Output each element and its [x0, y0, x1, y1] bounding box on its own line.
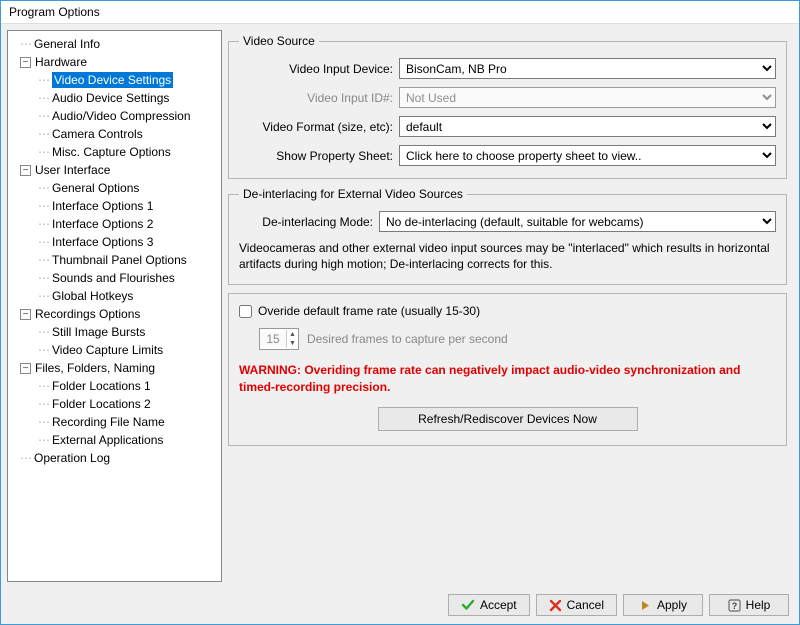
- tree-item[interactable]: ⋯Operation Log: [10, 449, 219, 467]
- tree-toggle-icon[interactable]: −: [20, 57, 31, 68]
- tree-item-label: Misc. Capture Options: [52, 144, 171, 160]
- program-options-window: Program Options ⋯General Info−Hardware⋯V…: [0, 0, 800, 625]
- deinterlace-mode-label: De-interlacing Mode:: [239, 215, 379, 229]
- apply-label: Apply: [657, 598, 687, 612]
- tree-item-label: Hardware: [35, 54, 87, 70]
- options-tree[interactable]: ⋯General Info−Hardware⋯Video Device Sett…: [7, 30, 222, 582]
- tree-item-label: Still Image Bursts: [52, 324, 145, 340]
- dialog-body: ⋯General Info−Hardware⋯Video Device Sett…: [1, 24, 799, 588]
- help-button[interactable]: ? Help: [709, 594, 789, 616]
- tree-item[interactable]: −Hardware: [10, 53, 219, 71]
- tree-item[interactable]: ⋯Video Device Settings: [10, 71, 219, 89]
- tree-item-label: Camera Controls: [52, 126, 143, 142]
- framerate-input[interactable]: [260, 332, 286, 346]
- refresh-devices-button[interactable]: Refresh/Rediscover Devices Now: [378, 407, 638, 431]
- deinterlace-mode-select[interactable]: No de-interlacing (default, suitable for…: [379, 211, 776, 232]
- accept-label: Accept: [480, 598, 517, 612]
- override-framerate-label: Overide default frame rate (usually 15-3…: [258, 304, 480, 318]
- tree-item[interactable]: ⋯General Options: [10, 179, 219, 197]
- tree-item-label: User Interface: [35, 162, 110, 178]
- framerate-warning: WARNING: Overiding frame rate can negati…: [239, 362, 776, 394]
- video-input-device-select[interactable]: BisonCam, NB Pro: [399, 58, 776, 79]
- video-source-legend: Video Source: [239, 34, 319, 48]
- tree-item-label: Audio/Video Compression: [52, 108, 191, 124]
- tree-item[interactable]: ⋯External Applications: [10, 431, 219, 449]
- tree-item-label: Sounds and Flourishes: [52, 270, 175, 286]
- svg-text:?: ?: [731, 601, 737, 611]
- tree-item[interactable]: ⋯Still Image Bursts: [10, 323, 219, 341]
- tree-item-label: Video Capture Limits: [52, 342, 163, 358]
- accept-button[interactable]: Accept: [448, 594, 530, 616]
- tree-item[interactable]: ⋯Sounds and Flourishes: [10, 269, 219, 287]
- tree-toggle-icon[interactable]: −: [20, 165, 31, 176]
- tree-item-label: Global Hotkeys: [52, 288, 133, 304]
- tree-item[interactable]: −Files, Folders, Naming: [10, 359, 219, 377]
- tree-item-label: Audio Device Settings: [52, 90, 169, 106]
- options-content: Video Source Video Input Device: BisonCa…: [228, 30, 793, 582]
- framerate-group: Overide default frame rate (usually 15-3…: [228, 293, 787, 445]
- tree-item[interactable]: ⋯Misc. Capture Options: [10, 143, 219, 161]
- video-source-group: Video Source Video Input Device: BisonCa…: [228, 34, 787, 179]
- tree-item[interactable]: ⋯Video Capture Limits: [10, 341, 219, 359]
- tree-item[interactable]: −Recordings Options: [10, 305, 219, 323]
- apply-icon: [639, 599, 652, 612]
- tree-item[interactable]: ⋯Audio Device Settings: [10, 89, 219, 107]
- tree-item-label: Folder Locations 1: [52, 378, 151, 394]
- tree-item[interactable]: ⋯General Info: [10, 35, 219, 53]
- video-format-select[interactable]: default: [399, 116, 776, 137]
- tree-item-label: Interface Options 1: [52, 198, 153, 214]
- tree-toggle-icon[interactable]: −: [20, 309, 31, 320]
- tree-item-label: General Info: [34, 36, 100, 52]
- tree-item[interactable]: ⋯Recording File Name: [10, 413, 219, 431]
- cancel-button[interactable]: Cancel: [536, 594, 617, 616]
- help-icon: ?: [728, 599, 741, 612]
- tree-item[interactable]: ⋯Thumbnail Panel Options: [10, 251, 219, 269]
- video-format-label: Video Format (size, etc):: [239, 120, 399, 134]
- property-sheet-select[interactable]: Click here to choose property sheet to v…: [399, 145, 776, 166]
- check-icon: [461, 598, 475, 612]
- dialog-button-bar: Accept Cancel Apply ? Help: [1, 588, 799, 624]
- tree-item[interactable]: ⋯Camera Controls: [10, 125, 219, 143]
- tree-item-label: Folder Locations 2: [52, 396, 151, 412]
- override-framerate-checkbox[interactable]: [239, 305, 252, 318]
- tree-item[interactable]: ⋯Interface Options 3: [10, 233, 219, 251]
- tree-item-label: External Applications: [52, 432, 163, 448]
- deinterlace-group: De-interlacing for External Video Source…: [228, 187, 787, 285]
- tree-item[interactable]: ⋯Interface Options 1: [10, 197, 219, 215]
- tree-item-label: Interface Options 3: [52, 234, 153, 250]
- tree-item[interactable]: −User Interface: [10, 161, 219, 179]
- framerate-spinner[interactable]: ▲ ▼: [259, 328, 299, 350]
- cancel-label: Cancel: [567, 598, 604, 612]
- cross-icon: [549, 599, 562, 612]
- tree-item-label: Files, Folders, Naming: [35, 360, 155, 376]
- property-sheet-label: Show Property Sheet:: [239, 149, 399, 163]
- tree-item-label: Interface Options 2: [52, 216, 153, 232]
- tree-item-label: Thumbnail Panel Options: [52, 252, 187, 268]
- window-title: Program Options: [1, 1, 799, 24]
- tree-toggle-icon[interactable]: −: [20, 363, 31, 374]
- tree-item-label: General Options: [52, 180, 139, 196]
- deinterlace-legend: De-interlacing for External Video Source…: [239, 187, 467, 201]
- spinner-down-icon[interactable]: ▼: [287, 339, 298, 348]
- tree-item-label: Recording File Name: [52, 414, 165, 430]
- spinner-up-icon[interactable]: ▲: [287, 330, 298, 339]
- tree-item[interactable]: ⋯Audio/Video Compression: [10, 107, 219, 125]
- apply-button[interactable]: Apply: [623, 594, 703, 616]
- video-input-id-label: Video Input ID#:: [239, 91, 399, 105]
- tree-item-label: Video Device Settings: [52, 72, 173, 88]
- deinterlace-help-text: Videocameras and other external video in…: [239, 240, 776, 272]
- tree-item[interactable]: ⋯Folder Locations 1: [10, 377, 219, 395]
- help-label: Help: [746, 598, 771, 612]
- tree-item[interactable]: ⋯Folder Locations 2: [10, 395, 219, 413]
- tree-item-label: Operation Log: [34, 450, 110, 466]
- desired-fps-label: Desired frames to capture per second: [307, 332, 508, 346]
- video-input-id-select: Not Used: [399, 87, 776, 108]
- tree-item[interactable]: ⋯Global Hotkeys: [10, 287, 219, 305]
- tree-item[interactable]: ⋯Interface Options 2: [10, 215, 219, 233]
- video-input-device-label: Video Input Device:: [239, 62, 399, 76]
- tree-item-label: Recordings Options: [35, 306, 140, 322]
